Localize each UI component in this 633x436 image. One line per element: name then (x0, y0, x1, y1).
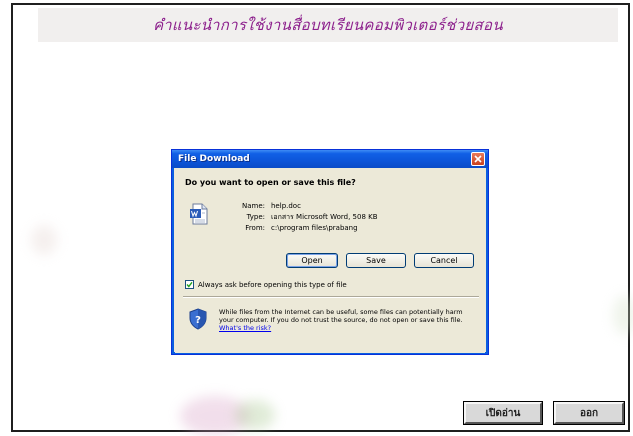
courseware-window: คำแนะนำการใช้งานสื่อบทเรียนคอมพิวเตอร์ช่… (0, 0, 633, 436)
open-read-button[interactable]: เปิดอ่าน (463, 401, 543, 425)
dialog-titlebar[interactable]: File Download (172, 150, 488, 168)
decorative-flower (31, 225, 57, 255)
word-document-icon (189, 203, 209, 225)
file-name-label: Name: (241, 202, 265, 210)
header-bar: คำแนะนำการใช้งานสื่อบทเรียนคอมพิวเตอร์ช่… (38, 8, 618, 42)
decorative-flower (613, 295, 633, 335)
warning-message: While files from the Internet can be use… (219, 308, 463, 324)
file-from-value: c:\program files\prabang (271, 224, 358, 232)
page-title: คำแนะนำการใช้งานสื่อบทเรียนคอมพิวเตอร์ช่… (153, 16, 503, 34)
always-ask-label: Always ask before opening this type of f… (198, 280, 347, 289)
dialog-question: Do you want to open or save this file? (185, 178, 356, 187)
file-type-value: เอกสาร Microsoft Word, 508 KB (271, 213, 378, 221)
file-from-label: From: (245, 224, 265, 232)
file-from-row: From: c:\program files\prabang (219, 223, 378, 234)
open-button[interactable]: Open (286, 253, 338, 268)
dialog-title: File Download (178, 154, 250, 164)
whats-the-risk-link[interactable]: What's the risk? (219, 324, 271, 332)
save-button[interactable]: Save (346, 253, 406, 268)
file-name-row: Name: help.doc (219, 201, 378, 212)
cancel-button[interactable]: Cancel (414, 253, 474, 268)
svg-text:?: ? (195, 315, 201, 326)
file-info: Name: help.doc Type: เอกสาร Microsoft Wo… (219, 201, 378, 234)
close-icon[interactable] (471, 152, 485, 166)
file-type-label: Type: (246, 213, 265, 221)
always-ask-option[interactable]: Always ask before opening this type of f… (185, 280, 347, 289)
dialog-body: Do you want to open or save this file? N… (175, 168, 485, 353)
security-shield-icon: ? (188, 308, 208, 330)
checkmark-icon (186, 281, 193, 288)
decorative-leaf (235, 400, 275, 430)
file-download-dialog: File Download Do you want to open or sav… (171, 149, 489, 355)
dialog-divider (183, 296, 479, 298)
file-type-row: Type: เอกสาร Microsoft Word, 508 KB (219, 212, 378, 223)
security-warning: While files from the Internet can be use… (219, 308, 479, 332)
file-name-value: help.doc (271, 202, 301, 210)
exit-button[interactable]: ออก (553, 401, 625, 425)
always-ask-checkbox[interactable] (185, 280, 194, 289)
